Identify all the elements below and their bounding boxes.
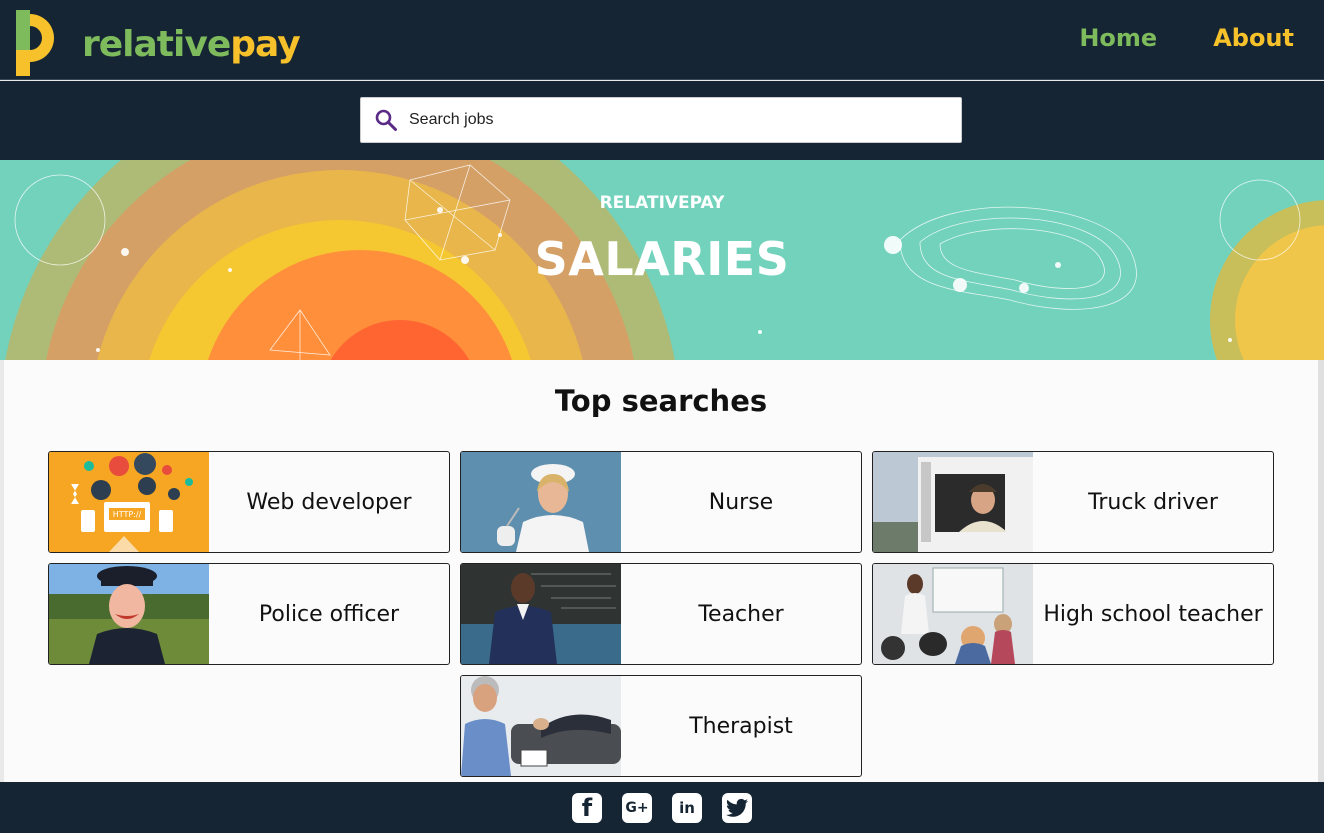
job-card-label: Nurse xyxy=(708,489,774,515)
hero-subtitle: RELATIVEPAY xyxy=(599,193,725,213)
linkedin-icon[interactable]: in xyxy=(672,792,702,823)
job-card-teacher[interactable]: Teacher xyxy=(460,563,862,665)
therapist-image xyxy=(461,676,621,776)
scrollbar[interactable] xyxy=(1318,360,1324,782)
logo-mark-icon xyxy=(16,10,54,76)
search-icon[interactable] xyxy=(374,108,398,132)
top-searches-section: Top searches HTTP:// Web developer Nurse… xyxy=(4,360,1318,782)
twitter-icon[interactable] xyxy=(722,792,752,823)
logo-text: relativepay xyxy=(82,23,301,65)
google-plus-icon[interactable]: G+ xyxy=(622,792,652,823)
nurse-image xyxy=(461,452,621,552)
job-card-label: Teacher xyxy=(698,601,784,627)
nav-about-link[interactable]: About xyxy=(1213,24,1294,52)
section-title: Top searches xyxy=(554,384,768,418)
nav-home-link[interactable]: Home xyxy=(1079,24,1157,52)
search-bar-section xyxy=(0,81,1324,160)
logo-text-pay: pay xyxy=(230,23,300,65)
job-card-label: High school teacher xyxy=(1043,601,1263,627)
job-card-label: Therapist xyxy=(689,713,793,739)
job-card-therapist[interactable]: Therapist xyxy=(460,675,862,777)
svg-text:HTTP://: HTTP:// xyxy=(113,510,142,519)
job-card-label: Web developer xyxy=(246,489,412,515)
job-card-high-school-teacher[interactable]: High school teacher xyxy=(872,563,1274,665)
main-nav: Home About xyxy=(1079,24,1294,52)
logo[interactable]: relativepay xyxy=(16,10,301,76)
truck-driver-image xyxy=(873,452,1033,552)
hero-title: SALARIES xyxy=(534,232,790,286)
job-card-truck-driver[interactable]: Truck driver xyxy=(872,451,1274,553)
web-developer-image: HTTP:// xyxy=(49,452,209,552)
search-input[interactable] xyxy=(409,111,949,129)
job-card-web-developer[interactable]: HTTP:// Web developer xyxy=(48,451,450,553)
job-card-police-officer[interactable]: Police officer xyxy=(48,563,450,665)
job-card-nurse[interactable]: Nurse xyxy=(460,451,862,553)
high-school-teacher-image xyxy=(873,564,1033,664)
job-card-label: Truck driver xyxy=(1088,489,1218,515)
job-card-label: Police officer xyxy=(258,601,400,627)
footer: f G+ in xyxy=(0,782,1324,833)
teacher-image xyxy=(461,564,621,664)
facebook-icon[interactable]: f xyxy=(572,792,602,823)
top-navbar: relativepay Home About xyxy=(0,0,1324,80)
search-box[interactable] xyxy=(360,97,962,143)
twitter-bird-icon xyxy=(726,798,748,817)
police-officer-image xyxy=(49,564,209,664)
hero-banner: RELATIVEPAY SALARIES xyxy=(0,160,1324,360)
logo-text-relative: relative xyxy=(82,23,231,65)
